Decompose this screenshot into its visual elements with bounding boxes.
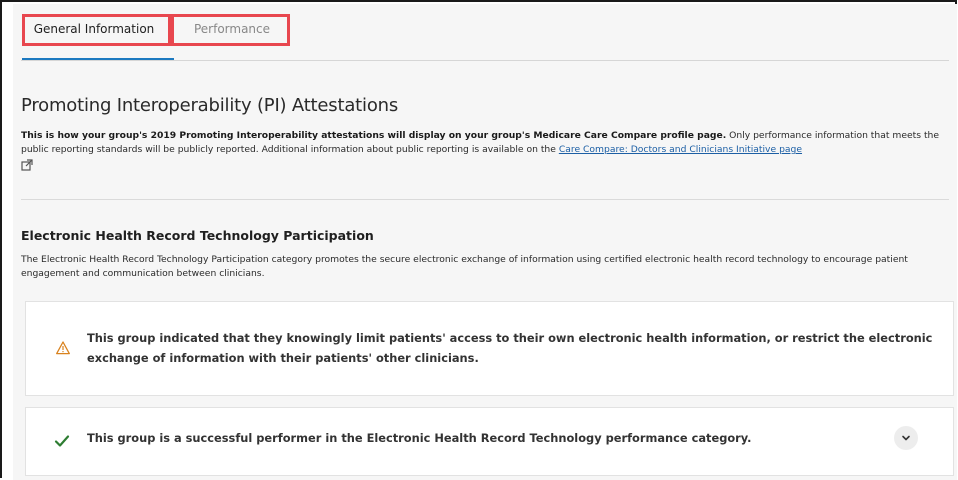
highlight-box-performance — [171, 14, 290, 46]
tab-bar: General Information Performance — [21, 4, 949, 62]
tab-bar-divider — [21, 60, 949, 61]
care-compare-link[interactable]: Care Compare: Doctors and Clinicians Ini… — [559, 144, 802, 155]
intro-paragraph: This is how your group's 2019 Promoting … — [21, 129, 949, 171]
section-title: Promoting Interoperability (PI) Attestat… — [21, 95, 399, 116]
ehr-description: The Electronic Health Record Technology … — [21, 254, 908, 279]
warning-alert: This group indicated that they knowingly… — [25, 301, 954, 396]
warning-triangle-icon — [56, 340, 70, 355]
ehr-title: Electronic Health Record Technology Part… — [21, 228, 374, 243]
success-text: This group is a successful performer in … — [87, 431, 752, 445]
warning-text: This group indicated that they knowingly… — [87, 331, 933, 365]
page-frame: General Information Performance Promotin… — [0, 0, 957, 480]
chevron-down-icon — [902, 435, 910, 441]
section-divider — [21, 199, 949, 200]
main-panel: General Information Performance Promotin… — [13, 4, 957, 480]
highlight-box-general-information — [22, 14, 171, 46]
checkmark-icon — [54, 433, 70, 449]
external-link-icon[interactable] — [21, 159, 33, 171]
success-alert: This group is a successful performer in … — [25, 407, 954, 476]
intro-bold-text: This is how your group's 2019 Promoting … — [21, 130, 727, 141]
expand-button[interactable] — [894, 426, 918, 450]
